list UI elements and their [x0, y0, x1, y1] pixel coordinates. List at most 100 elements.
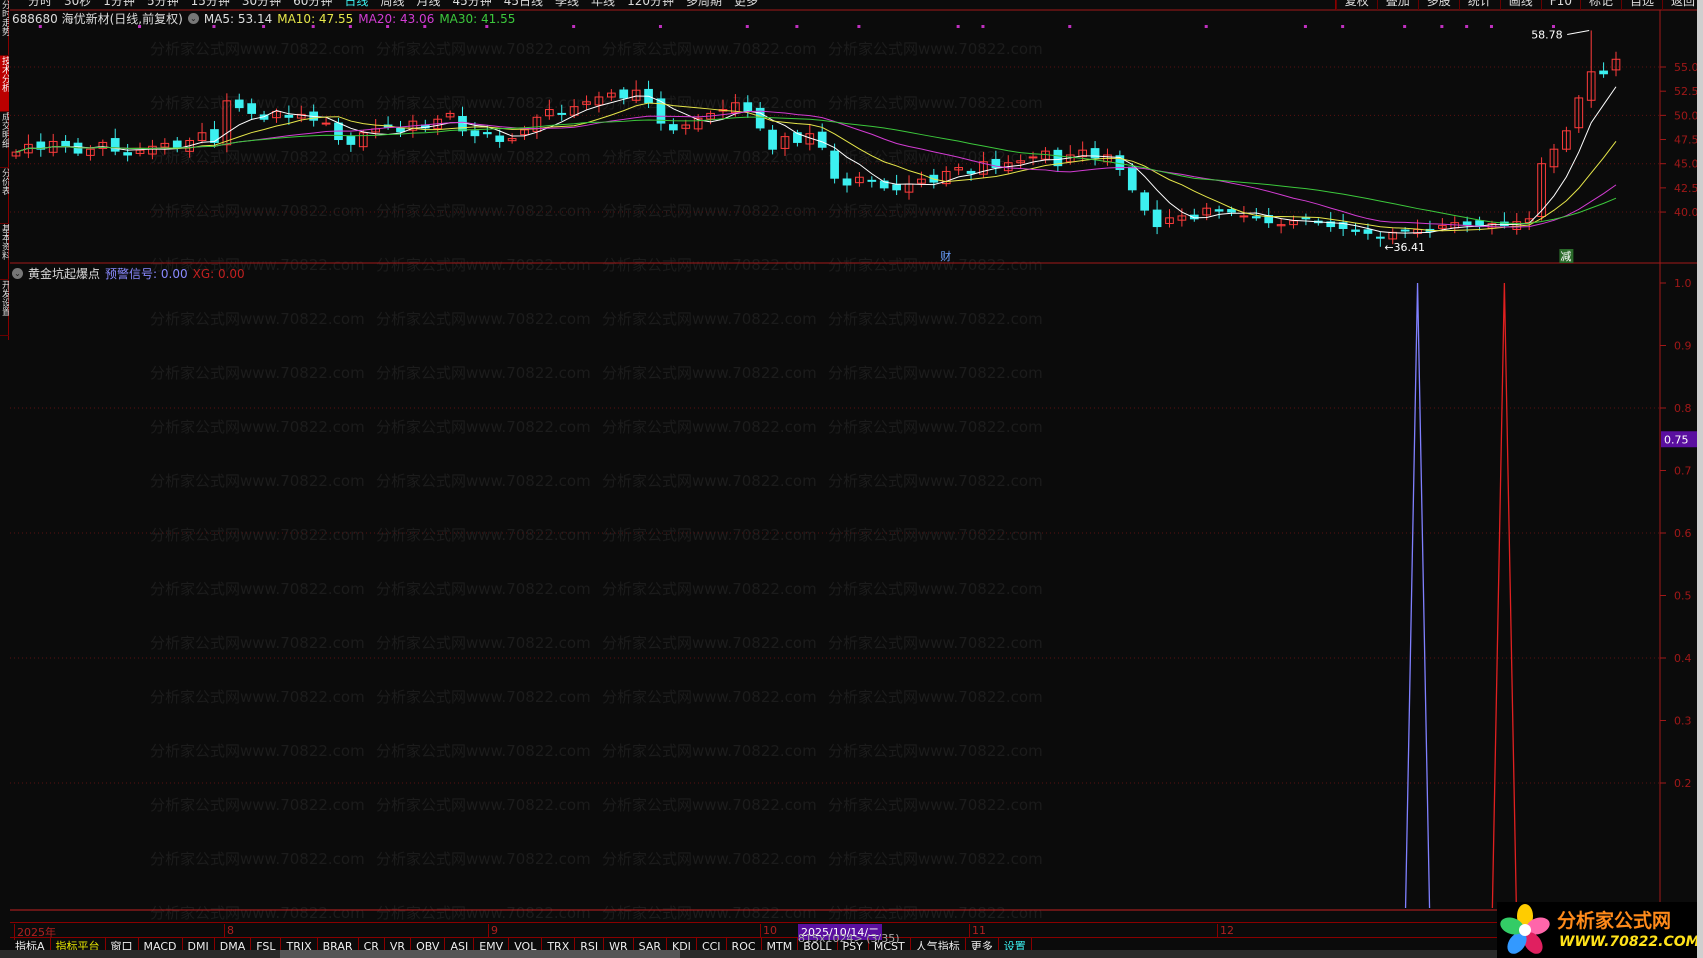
- candle-body: [123, 152, 132, 156]
- candle-body: [210, 129, 219, 143]
- toolbar-button[interactable]: 多股: [1417, 0, 1459, 10]
- toolbar-button[interactable]: 自选: [1620, 0, 1662, 10]
- low-price-label: ←36.41: [1384, 241, 1425, 254]
- candle-body: [1152, 209, 1162, 228]
- price-tick-label: 45.0: [1674, 158, 1697, 171]
- period-tab[interactable]: 1分钟: [97, 0, 141, 10]
- candle-body: [1400, 229, 1410, 232]
- chart-canvas[interactable]: 55.0 52.5 50.0 47.5 45.0 42.5 40.0 1.0 0.9 0.8 0.7…: [0, 0, 1697, 958]
- candle-body: [1301, 217, 1311, 220]
- price-tick-label: 40.0: [1674, 206, 1697, 219]
- period-tab[interactable]: 多周期: [680, 0, 728, 10]
- candle-body: [1140, 192, 1150, 211]
- candle-body: [482, 132, 492, 135]
- period-tab[interactable]: 45分钟: [446, 0, 497, 10]
- ma20-value: MA20: 43.06: [358, 11, 435, 26]
- toolbar-button[interactable]: 画线: [1499, 0, 1541, 10]
- ma5-value: MA5: 53.14: [203, 11, 273, 26]
- image-overlay-text: 815x1024> (3/35): [798, 932, 900, 945]
- period-tab[interactable]: 5分钟: [141, 0, 185, 10]
- event-marker: [1440, 25, 1444, 28]
- horizontal-scrollbar[interactable]: [0, 950, 1497, 958]
- candle-body: [842, 178, 852, 186]
- left-tabs: 分时走势 技术分析 成交明细 分价表 基本资料 开发设置: [0, 0, 9, 340]
- period-tab[interactable]: 60分钟: [287, 0, 338, 10]
- left-tab[interactable]: 技术分析: [0, 56, 9, 112]
- ma10-value: MA10: 47.55: [277, 11, 354, 26]
- logo-name: 分析家公式网: [1557, 910, 1672, 932]
- price-tick-label: 42.5: [1674, 182, 1697, 195]
- period-tab[interactable]: 季线: [549, 0, 585, 10]
- toolbar-button[interactable]: F10: [1540, 0, 1580, 10]
- period-tab[interactable]: 15分钟: [185, 0, 236, 10]
- candle-body: [1227, 209, 1236, 213]
- period-tab[interactable]: 更多: [728, 0, 764, 10]
- ma30-line: [15, 116, 1617, 225]
- candle-body: [172, 140, 182, 149]
- signal-value: 预警信号: 0.00: [105, 267, 188, 281]
- candle-body: [495, 135, 505, 142]
- candle-body: [966, 170, 976, 174]
- indicator-header: ⌄ 黄金坑起爆点 预警信号: 0.00 XG: 0.00: [12, 265, 245, 282]
- candle-body: [284, 114, 294, 118]
- candle-body: [458, 116, 467, 132]
- indicator-tick-label: 0.2: [1674, 777, 1692, 790]
- event-marker: [572, 25, 576, 28]
- signal-spike: [1404, 282, 1431, 909]
- indicator-tick-label: 1.0: [1674, 277, 1692, 290]
- chevron-down-icon[interactable]: ⌄: [187, 13, 199, 24]
- candle-body: [247, 103, 257, 114]
- current-value-label: 0.75: [1664, 433, 1689, 446]
- period-tab[interactable]: 30秒: [58, 0, 97, 10]
- arrow-icon: [1567, 29, 1590, 35]
- period-tab[interactable]: 周线: [374, 0, 410, 10]
- left-tab[interactable]: 开发设置: [0, 280, 9, 336]
- period-tab[interactable]: 120分钟: [621, 0, 680, 10]
- event-marker: [1068, 25, 1072, 28]
- candle-body: [557, 112, 567, 115]
- indicator-tick-label: 0.8: [1674, 402, 1692, 415]
- period-tab[interactable]: 45日线: [498, 0, 549, 10]
- tool-toolbar: 复权 叠加 多股 统计 画线 F10 标记 自选 返回: [1334, 0, 1703, 10]
- high-price-label: 58.78: [1531, 28, 1563, 41]
- period-tab[interactable]: 30分钟: [236, 0, 287, 10]
- candle-body: [321, 122, 331, 125]
- event-marker: [1204, 25, 1208, 28]
- period-tab[interactable]: 月线: [410, 0, 446, 10]
- window-edge: [1697, 0, 1703, 958]
- candle-body: [1127, 166, 1137, 191]
- period-tab[interactable]: 年线: [585, 0, 621, 10]
- toolbar-button[interactable]: 复权: [1335, 0, 1377, 10]
- toolbar-button[interactable]: 叠加: [1376, 0, 1418, 10]
- candle-body: [1251, 216, 1261, 219]
- price-tick-label: 55.0: [1674, 61, 1697, 74]
- logo-url: WWW.70822.COM: [1559, 934, 1700, 950]
- price-tick-label: 47.5: [1674, 134, 1697, 147]
- period-tab[interactable]: 日线: [338, 0, 374, 10]
- ma30-value: MA30: 41.55: [439, 11, 516, 26]
- candle-body: [1599, 70, 1608, 75]
- candle-body: [234, 99, 244, 109]
- xg-spike: [1491, 282, 1518, 909]
- period-tab[interactable]: 分时: [22, 0, 58, 10]
- left-tab[interactable]: 分价表: [0, 168, 9, 224]
- event-marker: [956, 25, 960, 28]
- toolbar-button[interactable]: 标记: [1579, 0, 1621, 10]
- scrollbar-thumb[interactable]: [280, 950, 680, 958]
- left-tab[interactable]: 分时走势: [0, 0, 9, 56]
- date-label: 10: [760, 924, 777, 937]
- event-marker: [981, 25, 985, 28]
- candle-body: [1351, 229, 1360, 232]
- event-label: 减: [1560, 250, 1571, 263]
- candle-body: [1239, 215, 1249, 218]
- chevron-down-icon[interactable]: ⌄: [12, 268, 23, 279]
- indicator-name: 黄金坑起爆点: [28, 267, 101, 281]
- logo: 分析家公式网 WWW.70822.COM: [1497, 902, 1700, 958]
- indicator-tick-label: 0.9: [1674, 340, 1692, 353]
- date-label: 12: [1217, 924, 1234, 937]
- left-tab[interactable]: 成交明细: [0, 112, 9, 168]
- left-tab[interactable]: 基本资料: [0, 224, 9, 280]
- toolbar-button[interactable]: 统计: [1458, 0, 1500, 10]
- date-label: 11: [969, 924, 986, 937]
- ma10-line: [15, 102, 1617, 232]
